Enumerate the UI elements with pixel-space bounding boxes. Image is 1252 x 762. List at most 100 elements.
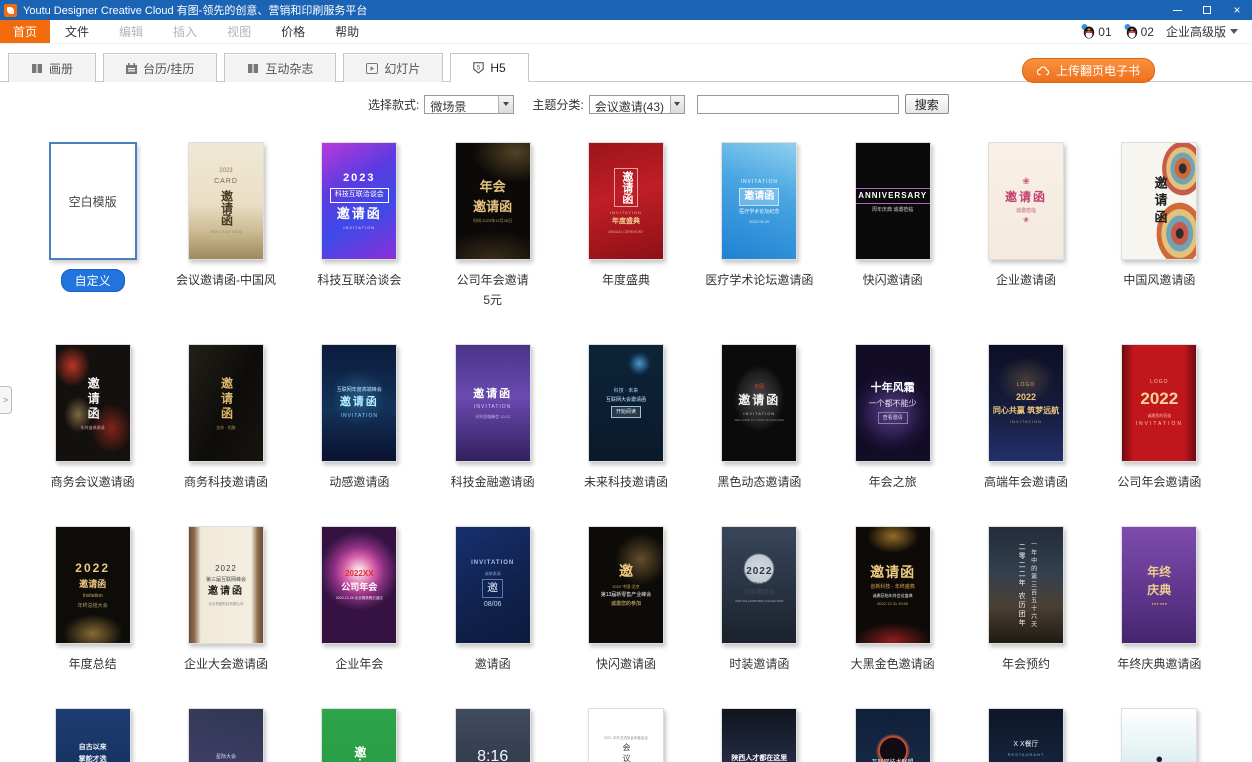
template-thumbnail[interactable]: 十年风霜一个都不能少查看邀请 <box>855 344 931 462</box>
template-thumbnail[interactable]: 2022INVITATION时装邀请函2022 FALL&WINTER COLL… <box>721 526 797 644</box>
qq-penguin-icon <box>1124 24 1138 39</box>
template-title: 年会预约 <box>1002 655 1050 672</box>
template-card: 邀请函金秋 · 相聚 商务科技邀请函 <box>159 344 292 490</box>
template-thumbnail[interactable]: 2023科技互联洽谈会邀请函INVITATION <box>321 142 397 260</box>
template-thumbnail[interactable]: 有图邀请函INVITATIONWELCOME TO YOUR CHONGQING <box>721 344 797 462</box>
tab-album-label: 画册 <box>49 60 73 77</box>
style-filter-label: 选择款式: <box>368 96 419 113</box>
blank-template-thumbnail[interactable]: 空白模版 <box>49 142 137 260</box>
template-thumbnail[interactable]: 互联网技术联盟研讨会 <box>855 708 931 762</box>
template-thumbnail[interactable]: ❀邀请函诚邀莅临❀ <box>988 142 1064 260</box>
template-thumbnail[interactable]: 二零二二年 农历团年一年中的第三百五十六天 <box>988 526 1064 644</box>
template-title: 年度总结 <box>69 655 117 672</box>
template-card: 有图邀请函INVITATIONWELCOME TO YOUR CHONGQING… <box>693 344 826 490</box>
blank-template-card: 空白模版 自定义 <box>26 142 159 308</box>
template-thumbnail[interactable]: 年终庆典●●● ●●● <box>1121 526 1197 644</box>
template-card: 邀请函 中国风邀请函 <box>1093 142 1226 308</box>
category-select[interactable]: 会议邀请(43) <box>589 95 685 114</box>
template-thumbnail[interactable]: 邀请函金秋 · 相聚 <box>188 344 264 462</box>
calendar-icon <box>126 63 137 74</box>
app-logo-icon <box>4 4 17 17</box>
template-title: 未来科技邀请函 <box>584 473 668 490</box>
template-title: 快闪邀请函 <box>863 271 923 288</box>
template-title: 医疗学术论坛邀请函 <box>705 271 813 288</box>
template-thumbnail[interactable]: 2022邀请函Invitation年终总结大会 <box>55 526 131 644</box>
template-card: 十年风霜一个都不能少查看邀请 年会之旅 <box>826 344 959 490</box>
menu-item-price[interactable]: 价格 <box>266 20 320 43</box>
menu-item-file[interactable]: 文件 <box>50 20 104 43</box>
template-thumbnail[interactable]: 邀请函INVITATION光科金融峰会 12/12 <box>455 344 531 462</box>
template-thumbnail[interactable]: ●2022中国国际酒店博览会2022 CHINA INTERNATIONAL H… <box>1121 708 1197 762</box>
template-thumbnail[interactable]: 邀请函年终盛典邀请 <box>55 344 131 462</box>
template-thumbnail[interactable]: 科技 · 未来互联网大会邀请函开始阅读 <box>588 344 664 462</box>
template-thumbnail[interactable]: 邀请函创新科技 · 年终盛典诚邀莅临年终会议盛典2022.12.31 19:00 <box>855 526 931 644</box>
tab-calendar[interactable]: 台历/挂历 <box>103 53 217 82</box>
template-title: 动感邀请函 <box>329 473 389 490</box>
template-title: 年终庆典邀请函 <box>1117 655 1201 672</box>
template-thumbnail[interactable]: 邀请函INVITATION年度盛典ANNUAL CEREMONY <box>588 142 664 260</box>
template-card: 星际大会邀请函 <box>159 708 292 762</box>
style-select[interactable]: 微场景 <box>424 95 514 114</box>
menu-item-home[interactable]: 首页 <box>0 20 50 43</box>
template-thumbnail[interactable]: 年会邀请函时间:2023年12月28日 <box>455 142 531 260</box>
menu-item-view: 视图 <box>212 20 266 43</box>
template-thumbnail[interactable]: ANNIVERSARY周年庆典 诚邀莅临 <box>855 142 931 260</box>
maximize-button[interactable] <box>1192 0 1222 20</box>
template-thumbnail[interactable]: 邀2022 中国·北京第13届新零售产业峰会诚邀您的参加 <box>588 526 664 644</box>
template-card: 陕西人才都在这里SHAANXI TALENTS ARE HERE中国 · 西安 <box>693 708 826 762</box>
category-select-arrow[interactable] <box>670 96 684 113</box>
close-button[interactable]: × <box>1222 0 1252 20</box>
blank-template-label: 空白模版 <box>69 193 117 210</box>
tab-slides[interactable]: 幻灯片 <box>343 53 443 82</box>
menu-item-help[interactable]: 帮助 <box>320 20 374 43</box>
template-card: 二零二二年 农历团年一年中的第三百五十六天 年会预约 <box>959 526 1092 672</box>
template-card: 2022第三届互联网峰会邀请函北京有图科技有限公司 企业大会邀请函 <box>159 526 292 672</box>
template-thumbnail[interactable]: 8:16Friday 19 June● <box>455 708 531 762</box>
tab-magazine[interactable]: 互动杂志 <box>224 53 336 82</box>
style-select-arrow[interactable] <box>498 96 513 113</box>
template-card: INVITATION邀请函医疗学术论坛纪念2022.06.20 医疗学术论坛邀请… <box>693 142 826 308</box>
customize-button[interactable]: 自定义 <box>61 269 125 292</box>
template-thumbnail[interactable]: 2022第三届互联网峰会邀请函北京有图科技有限公司 <box>188 526 264 644</box>
template-title: 企业邀请函 <box>996 271 1056 288</box>
template-thumbnail[interactable]: 星际大会邀请函 <box>188 708 264 762</box>
qq-account-2-id: 02 <box>1141 25 1154 39</box>
tab-album[interactable]: 画册 <box>8 53 96 82</box>
album-book-icon <box>31 63 43 74</box>
template-thumbnail[interactable]: 邀请函 <box>1121 142 1197 260</box>
template-thumbnail[interactable]: 邀·请“会呼吸的空气” 主题艺术展 <box>321 708 397 762</box>
template-thumbnail[interactable]: INVITATION邀请函医疗学术论坛纪念2022.06.20 <box>721 142 797 260</box>
qq-penguin-icon <box>1081 24 1095 39</box>
template-thumbnail[interactable]: 2023CARD邀请函INVITATION <box>188 142 264 260</box>
template-thumbnail[interactable]: 2022XX公司年会2022-12-26 北京樊美假日酒店 <box>321 526 397 644</box>
upload-ebook-button[interactable]: 上传翻页电子书 <box>1022 58 1155 83</box>
search-input[interactable] <box>697 95 899 114</box>
template-title: 高端年会邀请函 <box>984 473 1068 490</box>
search-button[interactable]: 搜索 <box>905 94 949 114</box>
template-card: 自古以来掌舵才选⊛ <box>26 708 159 762</box>
template-card: 2022INVITATION时装邀请函2022 FALL&WINTER COLL… <box>693 526 826 672</box>
template-thumbnail[interactable]: INVITATION诚挚邀请邀08/06 <box>455 526 531 644</box>
qq-account-2[interactable]: 02 <box>1124 24 1154 39</box>
template-thumbnail[interactable]: LOGO2022同心共赢 筑梦远航INVITATION <box>988 344 1064 462</box>
template-thumbnail[interactable]: 陕西人才都在这里SHAANXI TALENTS ARE HERE中国 · 西安 <box>721 708 797 762</box>
template-title: 科技金融邀请函 <box>451 473 535 490</box>
magazine-book-icon <box>247 63 259 74</box>
menu-bar: 首页 文件 编辑 插入 视图 价格 帮助 01 02 <box>0 20 1252 44</box>
template-thumbnail[interactable]: LOGO2022诚邀您的莅临INVITATION <box>1121 344 1197 462</box>
qq-account-1[interactable]: 01 <box>1081 24 1111 39</box>
template-thumbnail[interactable]: 自古以来掌舵才选⊛ <box>55 708 131 762</box>
minimize-button[interactable] <box>1162 0 1192 20</box>
template-title: 商务科技邀请函 <box>184 473 268 490</box>
template-thumbnail[interactable]: 互联网年度高端峰会邀请函INVITATION <box>321 344 397 462</box>
template-title: 快闪邀请函 <box>596 655 656 672</box>
template-card: LOGO2022同心共赢 筑梦远航INVITATION 高端年会邀请函 <box>959 344 1092 490</box>
template-thumbnail[interactable]: X X餐厅RESTAURANT⊛邀请函 <box>988 708 1064 762</box>
plan-dropdown[interactable]: 企业高级版 <box>1166 23 1238 40</box>
tab-h5[interactable]: 5 H5 <box>450 53 528 82</box>
template-thumbnail[interactable]: 2021 中外交流协会年度会议会议邀请函 <box>588 708 664 762</box>
chevron-down-icon <box>1230 29 1238 34</box>
template-title: 企业大会邀请函 <box>184 655 268 672</box>
panel-collapse-handle[interactable]: > <box>0 386 12 414</box>
maximize-icon <box>1203 6 1211 14</box>
